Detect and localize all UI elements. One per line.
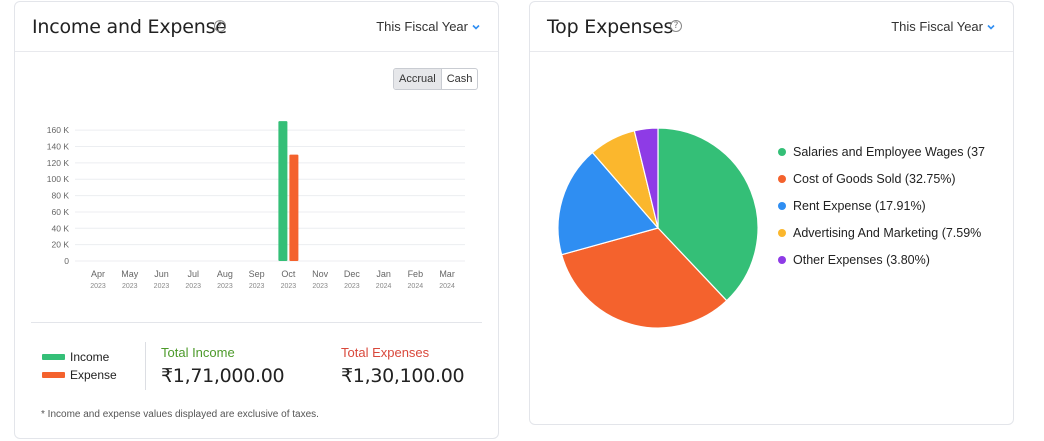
legend-label: Expense xyxy=(70,368,117,382)
x-tick-year: 2023 xyxy=(90,283,106,290)
card-header: Top Expenses ? This Fiscal Year xyxy=(530,2,1013,52)
total-income-label: Total Income xyxy=(161,345,235,360)
bar-income[interactable] xyxy=(278,121,288,262)
x-tick-label: Oct xyxy=(281,269,296,279)
x-tick-year: 2023 xyxy=(312,283,328,290)
period-label: This Fiscal Year xyxy=(891,19,983,34)
legend-label: Other Expenses (3.80%) xyxy=(793,252,930,267)
legend-item-expense: Expense xyxy=(42,366,117,384)
legend-dot xyxy=(778,174,786,183)
y-tick-label: 60 K xyxy=(52,207,70,217)
fiscal-year-dropdown[interactable]: This Fiscal Year xyxy=(891,19,996,34)
x-tick-year: 2023 xyxy=(249,283,265,290)
x-tick-label: Dec xyxy=(344,269,361,279)
x-tick-label: Mar xyxy=(439,269,455,279)
question-circle-icon[interactable]: ? xyxy=(670,20,682,32)
income-expense-bar-chart: 0 20 K 40 K 60 K 80 K 100 K 120 K 140 K 160 K Apr… xyxy=(47,121,465,290)
pie-legend: Salaries and Employee Wages (37 Cost of G… xyxy=(778,138,1000,273)
income-swatch xyxy=(42,354,65,360)
x-tick-label: Sep xyxy=(249,269,265,279)
period-label: This Fiscal Year xyxy=(376,19,468,34)
legend-item-income: Income xyxy=(42,348,117,366)
total-expenses-value: ₹1,30,100.00 xyxy=(341,365,465,387)
x-tick-year: 2024 xyxy=(408,283,424,290)
expense-swatch xyxy=(42,372,65,378)
x-tick-year: 2023 xyxy=(122,283,138,290)
x-tick-year: 2023 xyxy=(344,283,360,290)
x-tick-label: Jun xyxy=(154,269,169,279)
y-tick-label: 160 K xyxy=(47,125,70,135)
x-tick-year: 2023 xyxy=(185,283,201,290)
total-expenses-label: Total Expenses xyxy=(341,345,430,360)
total-expenses: Total Expenses ₹1,30,100.00 xyxy=(341,345,465,387)
pie-legend-item[interactable]: Other Expenses (3.80%) xyxy=(778,246,1000,273)
legend-label: Advertising And Marketing (7.59% xyxy=(793,225,982,240)
y-tick-label: 20 K xyxy=(52,240,70,250)
pie-legend-item[interactable]: Cost of Goods Sold (32.75%) xyxy=(778,165,1000,192)
y-tick-label: 80 K xyxy=(52,191,70,201)
cash-toggle-button[interactable]: Cash xyxy=(442,69,478,89)
legend-dot xyxy=(778,201,786,210)
y-tick-label: 0 xyxy=(64,256,69,266)
legend-dot xyxy=(778,255,786,264)
legend-label: Income xyxy=(70,350,110,364)
legend-dot xyxy=(778,147,786,156)
y-tick-label: 100 K xyxy=(47,174,70,184)
legend-label: Salaries and Employee Wages (37 xyxy=(793,144,985,159)
top-expenses-card: Top Expenses ? This Fiscal Year Salaries… xyxy=(529,1,1014,425)
x-tick-label: May xyxy=(121,269,139,279)
top-expenses-pie-chart xyxy=(557,127,759,329)
summary-separator xyxy=(145,342,146,390)
legend-label: Rent Expense (17.91%) xyxy=(793,198,926,213)
card-title: Income and Expense xyxy=(32,16,227,38)
accrual-cash-toggle: Accrual Cash xyxy=(393,68,479,90)
chevron-down-icon xyxy=(987,24,995,30)
chevron-down-icon xyxy=(472,24,480,30)
pie-legend-item[interactable]: Rent Expense (17.91%) xyxy=(778,192,1000,219)
x-tick-label: Aug xyxy=(217,269,233,279)
y-tick-label: 40 K xyxy=(52,223,70,233)
fiscal-year-dropdown[interactable]: This Fiscal Year xyxy=(376,19,481,34)
x-tick-year: 2024 xyxy=(376,283,392,290)
x-tick-year: 2023 xyxy=(217,283,233,290)
card-header: Income and Expense ? This Fiscal Year xyxy=(15,2,498,52)
question-circle-icon[interactable]: ? xyxy=(214,20,226,32)
legend-dot xyxy=(778,228,786,237)
y-tick-label: 120 K xyxy=(47,158,70,168)
total-income-value: ₹1,71,000.00 xyxy=(161,365,285,387)
x-tick-label: Nov xyxy=(312,269,329,279)
x-tick-label: Jul xyxy=(187,269,199,279)
tax-footnote: * Income and expense values displayed ar… xyxy=(41,409,319,420)
card-title: Top Expenses xyxy=(547,16,674,38)
x-tick-label: Feb xyxy=(408,269,424,279)
divider xyxy=(31,322,482,323)
income-expense-card: Income and Expense ? This Fiscal Year Ac… xyxy=(14,1,499,439)
bar-expense[interactable] xyxy=(289,154,299,261)
y-tick-label: 140 K xyxy=(47,142,70,152)
chart-legend: Income Expense xyxy=(42,348,117,384)
x-tick-label: Apr xyxy=(91,269,105,279)
accrual-toggle-button[interactable]: Accrual xyxy=(394,69,442,89)
legend-label: Cost of Goods Sold (32.75%) xyxy=(793,171,956,186)
x-tick-year: 2024 xyxy=(439,283,455,290)
total-income: Total Income ₹1,71,000.00 xyxy=(161,345,285,387)
x-tick-year: 2023 xyxy=(154,283,170,290)
pie-legend-item[interactable]: Salaries and Employee Wages (37 xyxy=(778,138,1000,165)
x-tick-year: 2023 xyxy=(281,283,297,290)
x-tick-label: Jan xyxy=(376,269,391,279)
pie-legend-item[interactable]: Advertising And Marketing (7.59% xyxy=(778,219,1000,246)
